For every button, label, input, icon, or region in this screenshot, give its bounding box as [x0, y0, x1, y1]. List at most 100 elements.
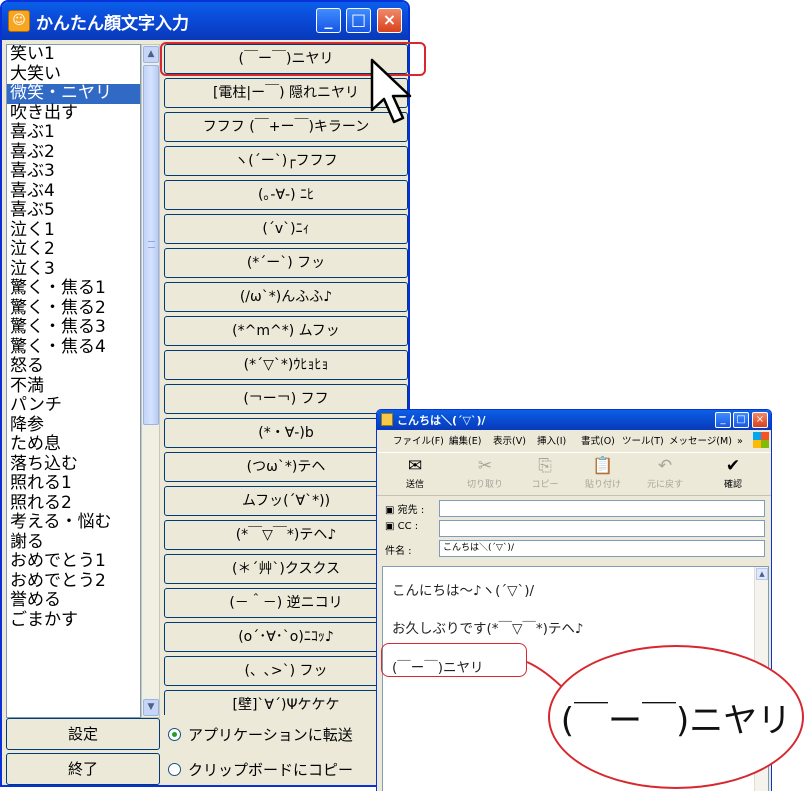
mail-close-button[interactable]: × [752, 412, 768, 428]
toolbar-icon: ✔ [725, 456, 741, 476]
close-button[interactable]: × [377, 8, 402, 33]
scroll-thumb[interactable] [143, 65, 159, 425]
kaomoji-button[interactable]: ヽ(´ー`)┌フフフ [164, 146, 408, 176]
kaomoji-button[interactable]: (*´▽`*)ｳﾋｮﾋｮ [164, 350, 408, 380]
menu-item[interactable]: 編集(E) [449, 432, 481, 452]
toolbar-button[interactable]: ↶ 元に戻す [639, 455, 691, 490]
mail-title-bar[interactable]: こんちは＼(´▽`)/ _ □ × [377, 410, 771, 430]
menu-item[interactable]: ファイル(F) [393, 432, 444, 452]
list-scrollbar[interactable]: ▲ ▼ [141, 44, 160, 718]
menu-item[interactable]: 挿入(I) [537, 432, 566, 452]
minimize-button[interactable]: _ [316, 8, 341, 33]
radio-send-to-app[interactable]: アプリケーションに転送 [168, 718, 353, 750]
toolbar-button[interactable]: ✔ 確認 [707, 455, 759, 490]
toolbar-label: コピー [531, 480, 559, 490]
grip-icon [148, 241, 155, 248]
menu-item[interactable]: 表示(V) [493, 432, 526, 452]
kaomoji-button[interactable]: (￢ー￢) フフ [164, 384, 408, 414]
toolbar-button[interactable]: ✂ 切り取り [459, 455, 511, 490]
title-bar[interactable]: ☺ かんたん顔文字入力 _ □ × [2, 2, 408, 40]
toolbar-button[interactable]: ⎘ コピー [519, 455, 571, 490]
kaomoji-button[interactable]: ムフッ(´∀`*)) [164, 486, 408, 516]
list-item[interactable]: 喜ぶ5 [7, 200, 140, 221]
scroll-up-arrow-icon[interactable]: ▲ [143, 46, 159, 63]
list-item[interactable]: 喜ぶ4 [7, 181, 140, 202]
toolbar-button[interactable]: 📋 貼り付け [577, 455, 629, 490]
menu-item[interactable]: 書式(O) [581, 432, 615, 452]
list-item[interactable]: ごまかす [7, 610, 140, 631]
kaomoji-button[interactable]: (－＾－) 逆ニコリ [164, 588, 408, 618]
kaomoji-button[interactable]: (、､>`) フッ [164, 656, 408, 686]
kaomoji-button[interactable]: (*^m^*) ムフッ [164, 316, 408, 346]
list-item[interactable]: 驚く・焦る2 [7, 298, 140, 319]
list-item[interactable]: 泣く3 [7, 259, 140, 280]
kaomoji-button[interactable]: (*・∀-)b [164, 418, 408, 448]
kaomoji-button[interactable]: (*￣▽￣*)テヘ♪ [164, 520, 408, 550]
list-item[interactable]: 落ち込む [7, 454, 140, 475]
to-field[interactable] [439, 500, 765, 517]
kaomoji-button[interactable]: [壁]`∀´)Ψケケケ [164, 690, 408, 715]
cc-field[interactable] [439, 520, 765, 537]
list-item[interactable]: 泣く2 [7, 239, 140, 260]
list-item[interactable]: 泣く1 [7, 220, 140, 241]
mail-envelope-icon [381, 413, 393, 426]
radio-dot-icon [168, 727, 181, 741]
list-item[interactable]: 不満 [7, 376, 140, 397]
list-item[interactable]: 降参 [7, 415, 140, 436]
category-list[interactable]: 笑い1 大笑い 微笑・ニヤリ 吹き出す 喜ぶ1 喜ぶ2 喜ぶ3 喜ぶ4 喜ぶ5 泣く1 泣く2 泣く3… [6, 44, 141, 718]
mail-maximize-button[interactable]: □ [733, 412, 749, 428]
kaomoji-button[interactable]: (*´ー`) フッ [164, 248, 408, 278]
list-item[interactable]: 喜ぶ2 [7, 142, 140, 163]
app-icon: ☺ [8, 10, 30, 32]
list-item[interactable]: 喜ぶ3 [7, 161, 140, 182]
list-item[interactable]: 誉める [7, 590, 140, 611]
cc-label: ▣ CC : [385, 521, 419, 532]
list-item[interactable]: 笑い1 [7, 45, 140, 65]
list-item[interactable]: 照れる1 [7, 473, 140, 494]
list-item[interactable]: 照れる2 [7, 493, 140, 514]
list-item[interactable]: 考える・悩む [7, 512, 140, 533]
list-item[interactable]: 驚く・焦る1 [7, 278, 140, 299]
kaomoji-input-window: ☺ かんたん顔文字入力 _ □ × 笑い1 大笑い 微笑・ニヤリ 吹き出す 喜ぶ1 喜ぶ2… [0, 0, 410, 787]
menu-overflow-chevron-icon[interactable]: » [737, 432, 743, 452]
kaomoji-button[interactable]: (/ω`*)んふふ♪ [164, 282, 408, 312]
list-item[interactable]: 謝る [7, 532, 140, 553]
scroll-down-arrow-icon[interactable]: ▼ [143, 699, 159, 716]
window-title: かんたん顔文字入力 [36, 14, 189, 34]
to-label: ▣ 宛先 : [385, 505, 425, 516]
mail-minimize-button[interactable]: _ [715, 412, 731, 428]
list-item[interactable]: 吹き出す [7, 103, 140, 124]
kaomoji-button-panel: (￣ー￣)ニヤリ [電柱|ー￣) 隠れニヤリ フフフ (￣+ー￣)キラーン ヽ(´ー`… [164, 44, 408, 715]
kaomoji-button[interactable]: (o´･∀･`o)ﾆｺｯ♪ [164, 622, 408, 652]
list-item[interactable]: 微笑・ニヤリ [7, 83, 140, 104]
list-item[interactable]: 喜ぶ1 [7, 122, 140, 143]
toolbar-button[interactable]: ✉ 送信 [389, 455, 441, 490]
radio-copy-clipboard[interactable]: クリップボードにコピー [168, 753, 353, 785]
menu-item[interactable]: メッセージ(M) [669, 432, 732, 452]
list-item[interactable]: 怒る [7, 356, 140, 377]
inserted-text-highlight [381, 643, 527, 677]
mail-menu-bar: » ファイル(F) 編集(E) 表示(V) 挿入(I) 書式(O) ツール(T) メッセージ… [377, 432, 771, 452]
kaomoji-button[interactable]: (つω`*)テヘ [164, 452, 408, 482]
list-item[interactable]: 驚く・焦る3 [7, 317, 140, 338]
list-item[interactable]: パンチ [7, 395, 140, 416]
list-item[interactable]: 大笑い [7, 64, 140, 85]
list-item[interactable]: おめでとう1 [7, 551, 140, 572]
toolbar-icon: ⎘ [538, 456, 552, 476]
scroll-up-arrow-icon[interactable]: ▲ [756, 568, 768, 580]
maximize-button[interactable]: □ [346, 8, 371, 33]
list-item[interactable]: ため息 [7, 434, 140, 455]
mail-window-title: こんちは＼(´▽`)/ [397, 414, 486, 427]
settings-button[interactable]: 設定 [6, 718, 160, 750]
list-item[interactable]: おめでとう2 [7, 571, 140, 592]
kaomoji-button[interactable]: (｡-∀-) ﾆﾋ [164, 180, 408, 210]
menu-item[interactable]: ツール(T) [622, 432, 664, 452]
toolbar-label: 元に戻す [646, 480, 683, 490]
subject-field[interactable]: こんちは＼(´▽`)/ [439, 540, 765, 557]
exit-button[interactable]: 終了 [6, 753, 160, 785]
kaomoji-button[interactable]: (＊´艸`)クスクス [164, 554, 408, 584]
kaomoji-button[interactable]: (´v`)ﾆｨ [164, 214, 408, 244]
toolbar-icon: ✉ [407, 456, 423, 476]
radio-send-to-app-label: アプリケーションに転送 [188, 725, 353, 744]
list-item[interactable]: 驚く・焦る4 [7, 337, 140, 358]
